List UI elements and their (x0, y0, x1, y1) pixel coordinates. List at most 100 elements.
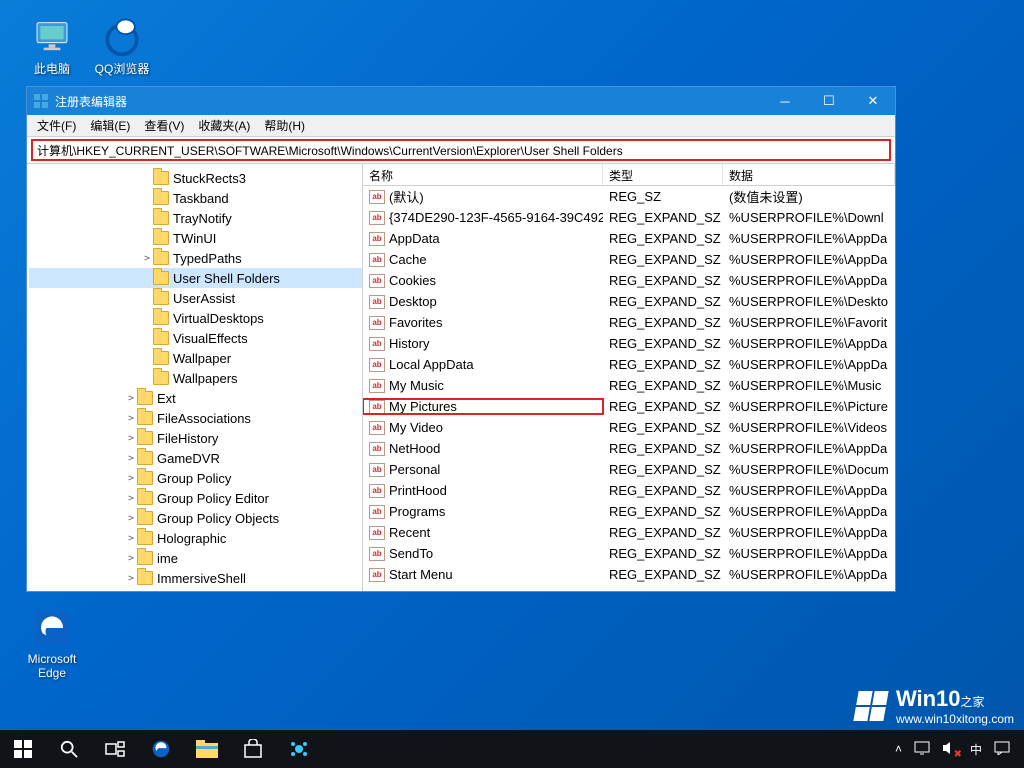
value-row[interactable]: abStart MenuREG_EXPAND_SZ%USERPROFILE%\A… (363, 564, 895, 585)
value-row[interactable]: abAppDataREG_EXPAND_SZ%USERPROFILE%\AppD… (363, 228, 895, 249)
menu-favorites[interactable]: 收藏夹(A) (192, 115, 256, 136)
desktop-icon-qq-browser[interactable]: QQ浏览器 (92, 14, 152, 77)
menu-help[interactable]: 帮助(H) (258, 115, 311, 136)
tree-item[interactable]: VisualEffects (29, 328, 362, 348)
tray-volume-icon[interactable]: ✖ (942, 741, 958, 758)
tray-ime-icon[interactable]: 中 (970, 741, 982, 758)
tree-item[interactable]: >Group Policy Objects (29, 508, 362, 528)
taskbar-app[interactable] (276, 730, 322, 768)
value-name: (默认) (389, 187, 424, 206)
registry-tree[interactable]: StuckRects3TaskbandTrayNotifyTWinUI>Type… (27, 164, 363, 591)
folder-icon (153, 171, 169, 185)
expand-icon[interactable]: > (125, 453, 137, 464)
expand-icon[interactable]: > (125, 573, 137, 584)
tree-item[interactable]: Wallpapers (29, 368, 362, 388)
value-data: %USERPROFILE%\AppDa (723, 252, 895, 267)
expand-icon[interactable]: > (125, 413, 137, 424)
icon-label: 此电脑 (22, 60, 82, 77)
tree-item[interactable]: >ime (29, 548, 362, 568)
tray-network-icon[interactable] (914, 741, 930, 758)
tree-item[interactable]: >Group Policy Editor (29, 488, 362, 508)
tree-item[interactable]: >GameDVR (29, 448, 362, 468)
expand-icon[interactable]: > (125, 393, 137, 404)
tree-item[interactable]: Wallpaper (29, 348, 362, 368)
tree-item[interactable]: TrayNotify (29, 208, 362, 228)
expand-icon[interactable]: > (141, 253, 153, 264)
value-type: REG_EXPAND_SZ (603, 483, 723, 498)
tree-label: Group Policy (157, 471, 231, 486)
tree-item[interactable]: > ImmersiveShell (29, 568, 362, 588)
value-row[interactable]: abMy MusicREG_EXPAND_SZ%USERPROFILE%\Mus… (363, 375, 895, 396)
tree-item[interactable]: Taskband (29, 188, 362, 208)
start-button[interactable] (0, 730, 46, 768)
task-view-button[interactable] (92, 730, 138, 768)
menu-edit[interactable]: 编辑(E) (84, 115, 136, 136)
folder-icon (153, 191, 169, 205)
taskbar-explorer[interactable] (184, 730, 230, 768)
tree-item[interactable]: >TypedPaths (29, 248, 362, 268)
expand-icon[interactable]: > (125, 493, 137, 504)
tree-label: ImmersiveShell (157, 571, 246, 586)
tree-item[interactable]: >Ext (29, 388, 362, 408)
expand-icon[interactable]: > (125, 473, 137, 484)
value-row[interactable]: abRecentREG_EXPAND_SZ%USERPROFILE%\AppDa (363, 522, 895, 543)
value-row[interactable]: abPrintHoodREG_EXPAND_SZ%USERPROFILE%\Ap… (363, 480, 895, 501)
value-row[interactable]: abProgramsREG_EXPAND_SZ%USERPROFILE%\App… (363, 501, 895, 522)
tree-item[interactable]: >Holographic (29, 528, 362, 548)
system-tray[interactable]: ˄ ✖ 中 (895, 741, 1024, 758)
menu-view[interactable]: 查看(V) (138, 115, 190, 136)
tree-item[interactable]: > FileAssociations (29, 408, 362, 428)
tree-item[interactable]: VirtualDesktops (29, 308, 362, 328)
value-row[interactable]: abFavoritesREG_EXPAND_SZ%USERPROFILE%\Fa… (363, 312, 895, 333)
tree-item[interactable]: >FileHistory (29, 428, 362, 448)
value-row[interactable]: abMy VideoREG_EXPAND_SZ%USERPROFILE%\Vid… (363, 417, 895, 438)
col-type[interactable]: 类型 (603, 164, 723, 185)
desktop-icon-edge[interactable]: Microsoft Edge (22, 606, 82, 680)
value-data: %USERPROFILE%\AppDa (723, 525, 895, 540)
search-button[interactable] (46, 730, 92, 768)
menu-file[interactable]: 文件(F) (31, 115, 82, 136)
close-button[interactable]: ✕ (851, 87, 895, 115)
tree-item[interactable]: User Shell Folders (29, 268, 362, 288)
folder-icon (137, 491, 153, 505)
value-name: Recent (389, 525, 430, 540)
expand-icon[interactable]: > (125, 533, 137, 544)
value-row[interactable]: abLocal AppDataREG_EXPAND_SZ%USERPROFILE… (363, 354, 895, 375)
icon-label: QQ浏览器 (92, 60, 152, 77)
taskbar-edge[interactable] (138, 730, 184, 768)
value-row[interactable]: abSendToREG_EXPAND_SZ%USERPROFILE%\AppDa (363, 543, 895, 564)
value-row[interactable]: ab{374DE290-123F-4565-9164-39C4925...REG… (363, 207, 895, 228)
tree-item[interactable]: > Group Policy (29, 468, 362, 488)
maximize-button[interactable]: ☐ (807, 87, 851, 115)
col-data[interactable]: 数据 (723, 164, 895, 185)
expand-sz-value-icon: ab (369, 463, 385, 477)
expand-icon[interactable]: > (125, 513, 137, 524)
value-row[interactable]: abNetHoodREG_EXPAND_SZ%USERPROFILE%\AppD… (363, 438, 895, 459)
expand-icon[interactable]: > (125, 553, 137, 564)
value-row[interactable]: abDesktopREG_EXPAND_SZ%USERPROFILE%\Desk… (363, 291, 895, 312)
tree-item[interactable]: StuckRects3 (29, 168, 362, 188)
list-header: 名称 类型 数据 (363, 164, 895, 186)
col-name[interactable]: 名称 (363, 164, 603, 185)
address-bar[interactable]: 计算机\HKEY_CURRENT_USER\SOFTWARE\Microsoft… (31, 139, 891, 161)
minimize-button[interactable]: ─ (763, 87, 807, 115)
value-type: REG_SZ (603, 189, 723, 204)
taskbar-store[interactable] (230, 730, 276, 768)
registry-values-list[interactable]: 名称 类型 数据 ab(默认)REG_SZ(数值未设置)ab{374DE290-… (363, 164, 895, 591)
titlebar[interactable]: 注册表编辑器 ─ ☐ ✕ (27, 87, 895, 115)
value-row[interactable]: abCookiesREG_EXPAND_SZ%USERPROFILE%\AppD… (363, 270, 895, 291)
expand-icon[interactable]: > (125, 433, 137, 444)
value-row[interactable]: abPersonalREG_EXPAND_SZ%USERPROFILE%\Doc… (363, 459, 895, 480)
tree-item[interactable]: UserAssist (29, 288, 362, 308)
tray-notifications-icon[interactable] (994, 741, 1010, 758)
tree-label: FileAssociations (157, 411, 251, 426)
value-type: REG_EXPAND_SZ (603, 210, 723, 225)
expand-sz-value-icon: ab (369, 568, 385, 582)
desktop-icon-this-pc[interactable]: 此电脑 (22, 14, 82, 77)
tree-item[interactable]: TWinUI (29, 228, 362, 248)
value-row[interactable]: ab(默认)REG_SZ(数值未设置) (363, 186, 895, 207)
value-row[interactable]: abHistoryREG_EXPAND_SZ%USERPROFILE%\AppD… (363, 333, 895, 354)
tray-chevron-icon[interactable]: ˄ (895, 742, 902, 756)
value-row[interactable]: abMy PicturesREG_EXPAND_SZ%USERPROFILE%\… (363, 396, 895, 417)
value-row[interactable]: abCacheREG_EXPAND_SZ%USERPROFILE%\AppDa (363, 249, 895, 270)
